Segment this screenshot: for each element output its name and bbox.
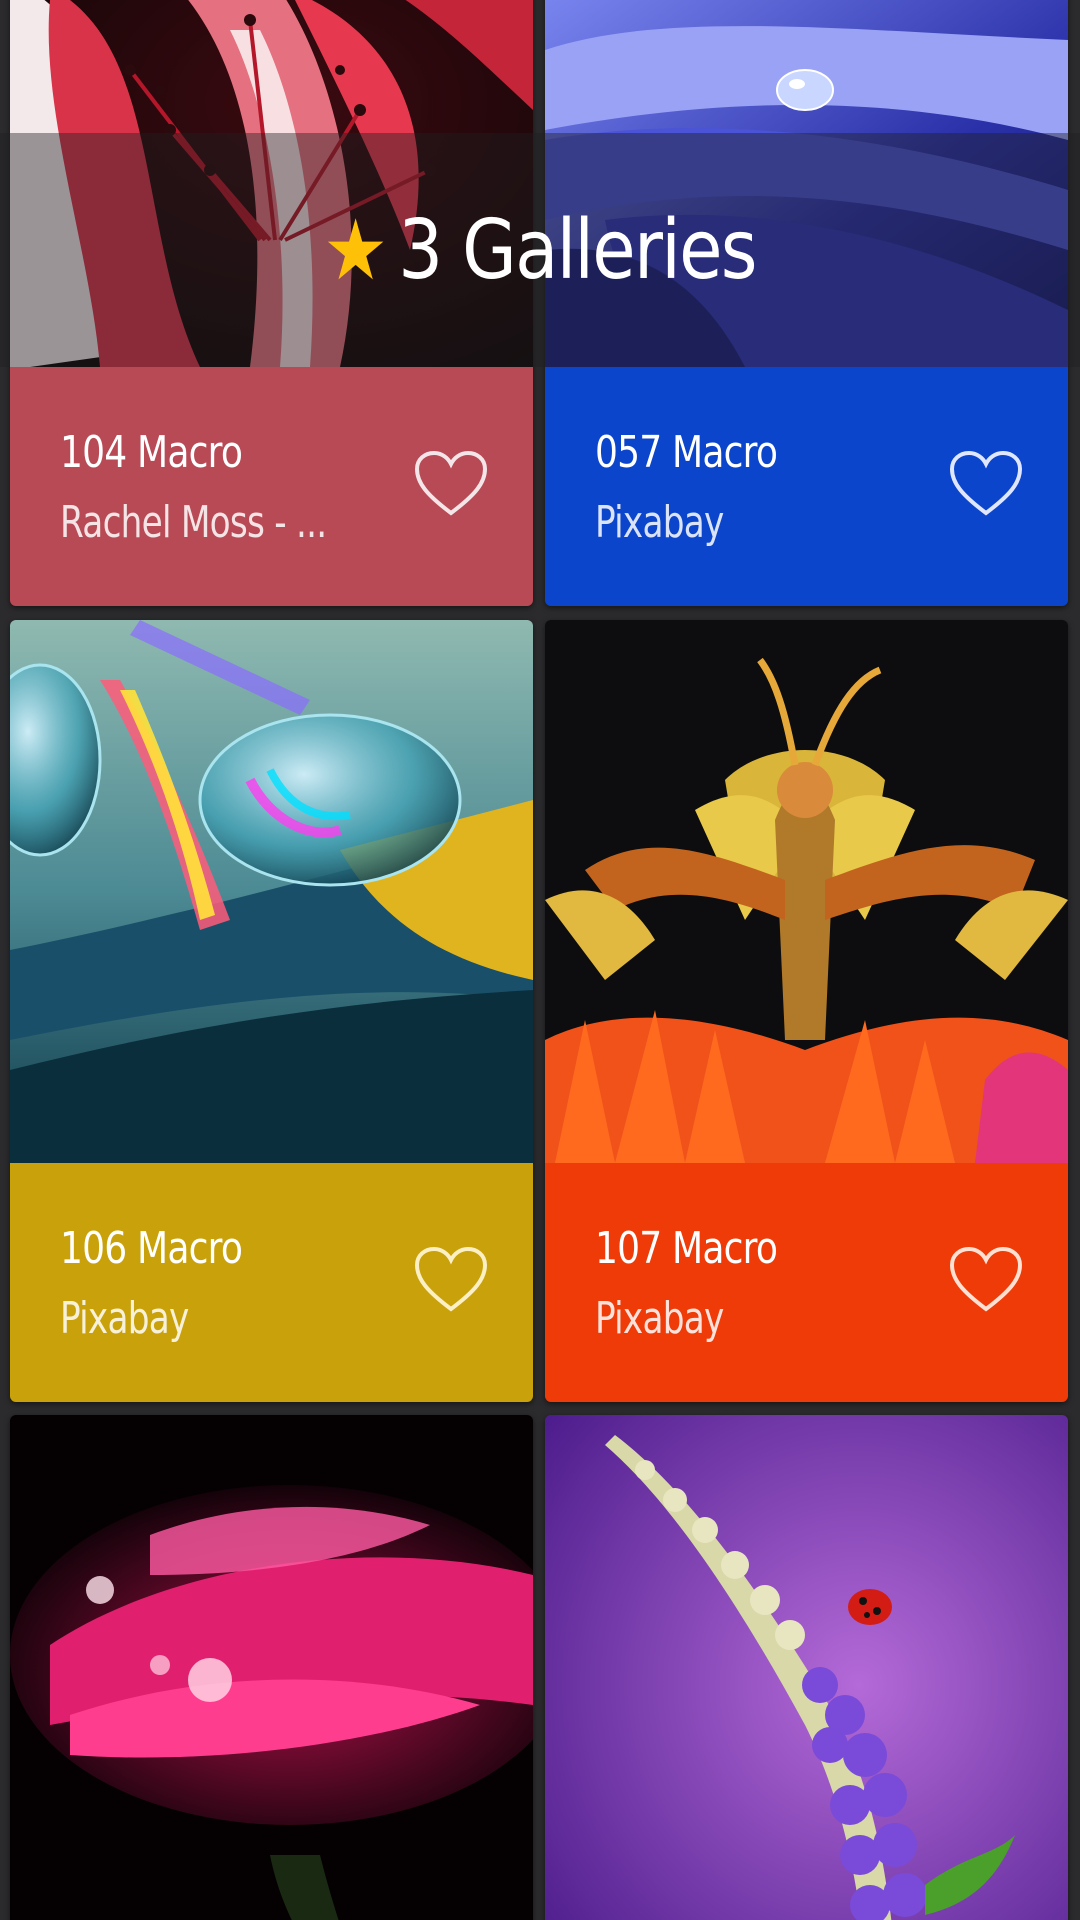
card-subtitle: Pixabay — [595, 497, 724, 548]
gallery-card-106-macro[interactable]: 106 Macro Pixabay — [10, 620, 533, 1402]
card-photo — [545, 620, 1068, 1163]
card-info-panel: 057 Macro Pixabay — [545, 367, 1068, 606]
card-subtitle: Pixabay — [595, 1293, 724, 1344]
gallery-card-107-macro[interactable]: 107 Macro Pixabay — [545, 620, 1068, 1402]
card-title: 107 Macro — [595, 1223, 778, 1274]
page-title-text: 3 Galleries — [398, 202, 758, 298]
card-photo — [545, 1415, 1068, 1920]
star-icon: ★ — [323, 201, 389, 299]
card-title: 106 Macro — [60, 1223, 243, 1274]
gallery-card-lupine-ladybug[interactable] — [545, 1415, 1068, 1920]
card-info-panel: 104 Macro Rachel Moss - ... — [10, 367, 533, 606]
card-info-panel: 106 Macro Pixabay — [10, 1163, 533, 1402]
gallery-screen: 104 Macro Rachel Moss - ... 057 Macro Pi… — [0, 0, 1080, 1920]
card-subtitle: Rachel Moss - ... — [60, 497, 327, 548]
gallery-card-pink-flower[interactable] — [10, 1415, 533, 1920]
page-title: ★ 3 Galleries — [0, 133, 1080, 367]
heart-outline-icon[interactable] — [413, 449, 489, 519]
card-photo — [10, 620, 533, 1163]
card-photo — [10, 1415, 533, 1920]
card-title: 057 Macro — [595, 427, 778, 478]
card-subtitle: Pixabay — [60, 1293, 189, 1344]
card-info-panel: 107 Macro Pixabay — [545, 1163, 1068, 1402]
heart-outline-icon[interactable] — [948, 1245, 1024, 1315]
heart-outline-icon[interactable] — [948, 449, 1024, 519]
card-title: 104 Macro — [60, 427, 243, 478]
heart-outline-icon[interactable] — [413, 1245, 489, 1315]
